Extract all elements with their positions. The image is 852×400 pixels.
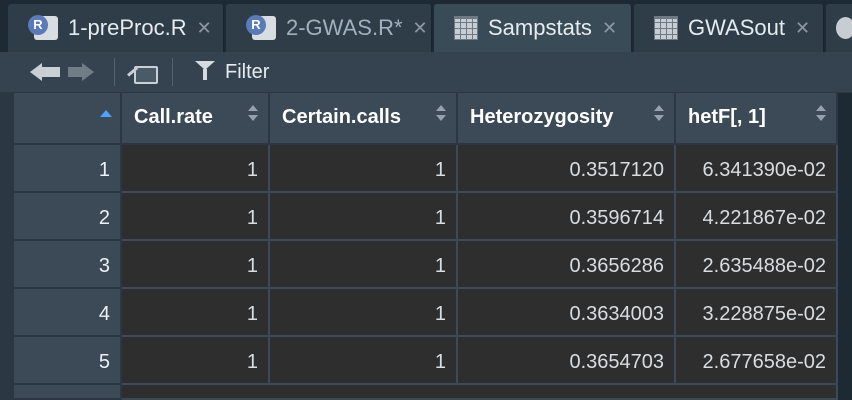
column-header-label: Call.rate <box>134 106 213 128</box>
sort-icon[interactable] <box>248 105 258 125</box>
table-cell[interactable]: 1 <box>122 145 270 193</box>
column-header-label: Heterozygosity <box>470 106 614 128</box>
row-name: 1 <box>14 145 122 193</box>
table-cell[interactable]: 0.3596714 <box>458 193 676 241</box>
column-header-label: hetF[, 1] <box>688 106 766 128</box>
row-name <box>14 385 122 400</box>
close-icon[interactable]: ✕ <box>413 18 428 39</box>
sort-icon[interactable] <box>654 105 664 125</box>
rownames-header[interactable] <box>14 93 122 145</box>
row-name: 5 <box>14 337 122 385</box>
r-script-icon: R <box>28 15 58 40</box>
tab-1-preproc[interactable]: R 1-preProc.R ✕ <box>8 4 224 52</box>
table-row[interactable]: 5 1 1 0.3654703 2.677658e-02 <box>14 337 838 385</box>
tab-2-gwas[interactable]: R 2-GWAS.R* ✕ <box>226 4 432 52</box>
data-grid-icon <box>454 16 478 40</box>
tab-gwasout[interactable]: GWASout ✕ <box>634 4 824 52</box>
table-row[interactable] <box>14 385 838 400</box>
table-cell[interactable]: 0.3656286 <box>458 241 676 289</box>
editor-tab-bar: R 1-preProc.R ✕ R 2-GWAS.R* ✕ Sampstats … <box>0 0 852 52</box>
tab-label: GWASout <box>688 15 785 40</box>
table-cell[interactable]: 6.341390e-02 <box>676 145 838 193</box>
table-row[interactable]: 4 1 1 0.3634003 3.228875e-02 <box>14 289 838 337</box>
table-cell[interactable]: 4.221867e-02 <box>676 193 838 241</box>
data-grid-icon <box>654 16 678 40</box>
row-name: 3 <box>14 241 122 289</box>
toolbar-divider <box>114 58 115 86</box>
table-cell[interactable]: 1 <box>122 289 270 337</box>
table-cell[interactable]: 3.228875e-02 <box>676 289 838 337</box>
column-header-label: Certain.calls <box>282 106 401 128</box>
viewer-toolbar: Filter <box>0 52 852 92</box>
tab-overflow[interactable] <box>826 4 852 52</box>
close-icon[interactable]: ✕ <box>795 18 810 39</box>
vertical-scrollbar[interactable] <box>838 93 852 400</box>
table-cell[interactable]: 1 <box>270 337 458 385</box>
data-table: Call.rate Certain.calls Heterozygosity h… <box>14 93 838 400</box>
table-row[interactable]: 3 1 1 0.3656286 2.635488e-02 <box>14 241 838 289</box>
forward-arrow-icon[interactable] <box>66 63 98 81</box>
close-icon[interactable]: ✕ <box>602 18 617 39</box>
sort-icon[interactable] <box>816 105 826 125</box>
column-header-certain-calls[interactable]: Certain.calls <box>270 93 458 145</box>
table-cell[interactable] <box>122 385 838 400</box>
column-header-call-rate[interactable]: Call.rate <box>122 93 270 145</box>
table-cell[interactable]: 1 <box>270 145 458 193</box>
popout-window-icon[interactable] <box>127 62 158 84</box>
table-cell[interactable]: 1 <box>270 241 458 289</box>
row-name: 4 <box>14 289 122 337</box>
tab-icon <box>836 17 852 39</box>
table-row[interactable]: 2 1 1 0.3596714 4.221867e-02 <box>14 193 838 241</box>
table-cell[interactable]: 1 <box>122 241 270 289</box>
toolbar-divider <box>172 58 173 86</box>
close-icon[interactable]: ✕ <box>197 18 212 39</box>
tab-label: Sampstats <box>488 15 592 40</box>
table-cell[interactable]: 0.3634003 <box>458 289 676 337</box>
tab-label: 1-preProc.R <box>68 15 187 40</box>
back-arrow-icon[interactable] <box>30 63 62 81</box>
table-cell[interactable]: 1 <box>270 289 458 337</box>
table-cell[interactable]: 0.3517120 <box>458 145 676 193</box>
filter-button[interactable]: Filter <box>225 61 269 84</box>
column-header-heterozygosity[interactable]: Heterozygosity <box>458 93 676 145</box>
table-row[interactable]: 1 1 1 0.3517120 6.341390e-02 <box>14 145 838 193</box>
table-cell[interactable]: 1 <box>122 337 270 385</box>
column-header-hetf[interactable]: hetF[, 1] <box>676 93 838 145</box>
sort-icon[interactable] <box>436 105 446 125</box>
table-cell[interactable]: 2.635488e-02 <box>676 241 838 289</box>
table-cell[interactable]: 2.677658e-02 <box>676 337 838 385</box>
table-header: Call.rate Certain.calls Heterozygosity h… <box>14 93 838 145</box>
sort-ascending-icon <box>100 110 112 118</box>
table-cell[interactable]: 1 <box>270 193 458 241</box>
tab-sampstats[interactable]: Sampstats ✕ <box>434 4 632 52</box>
r-script-icon: R <box>246 15 276 40</box>
tab-label: 2-GWAS.R* <box>286 15 403 40</box>
table-cell[interactable]: 0.3654703 <box>458 337 676 385</box>
table-cell[interactable]: 1 <box>122 193 270 241</box>
row-name: 2 <box>14 193 122 241</box>
filter-icon[interactable] <box>195 61 215 81</box>
